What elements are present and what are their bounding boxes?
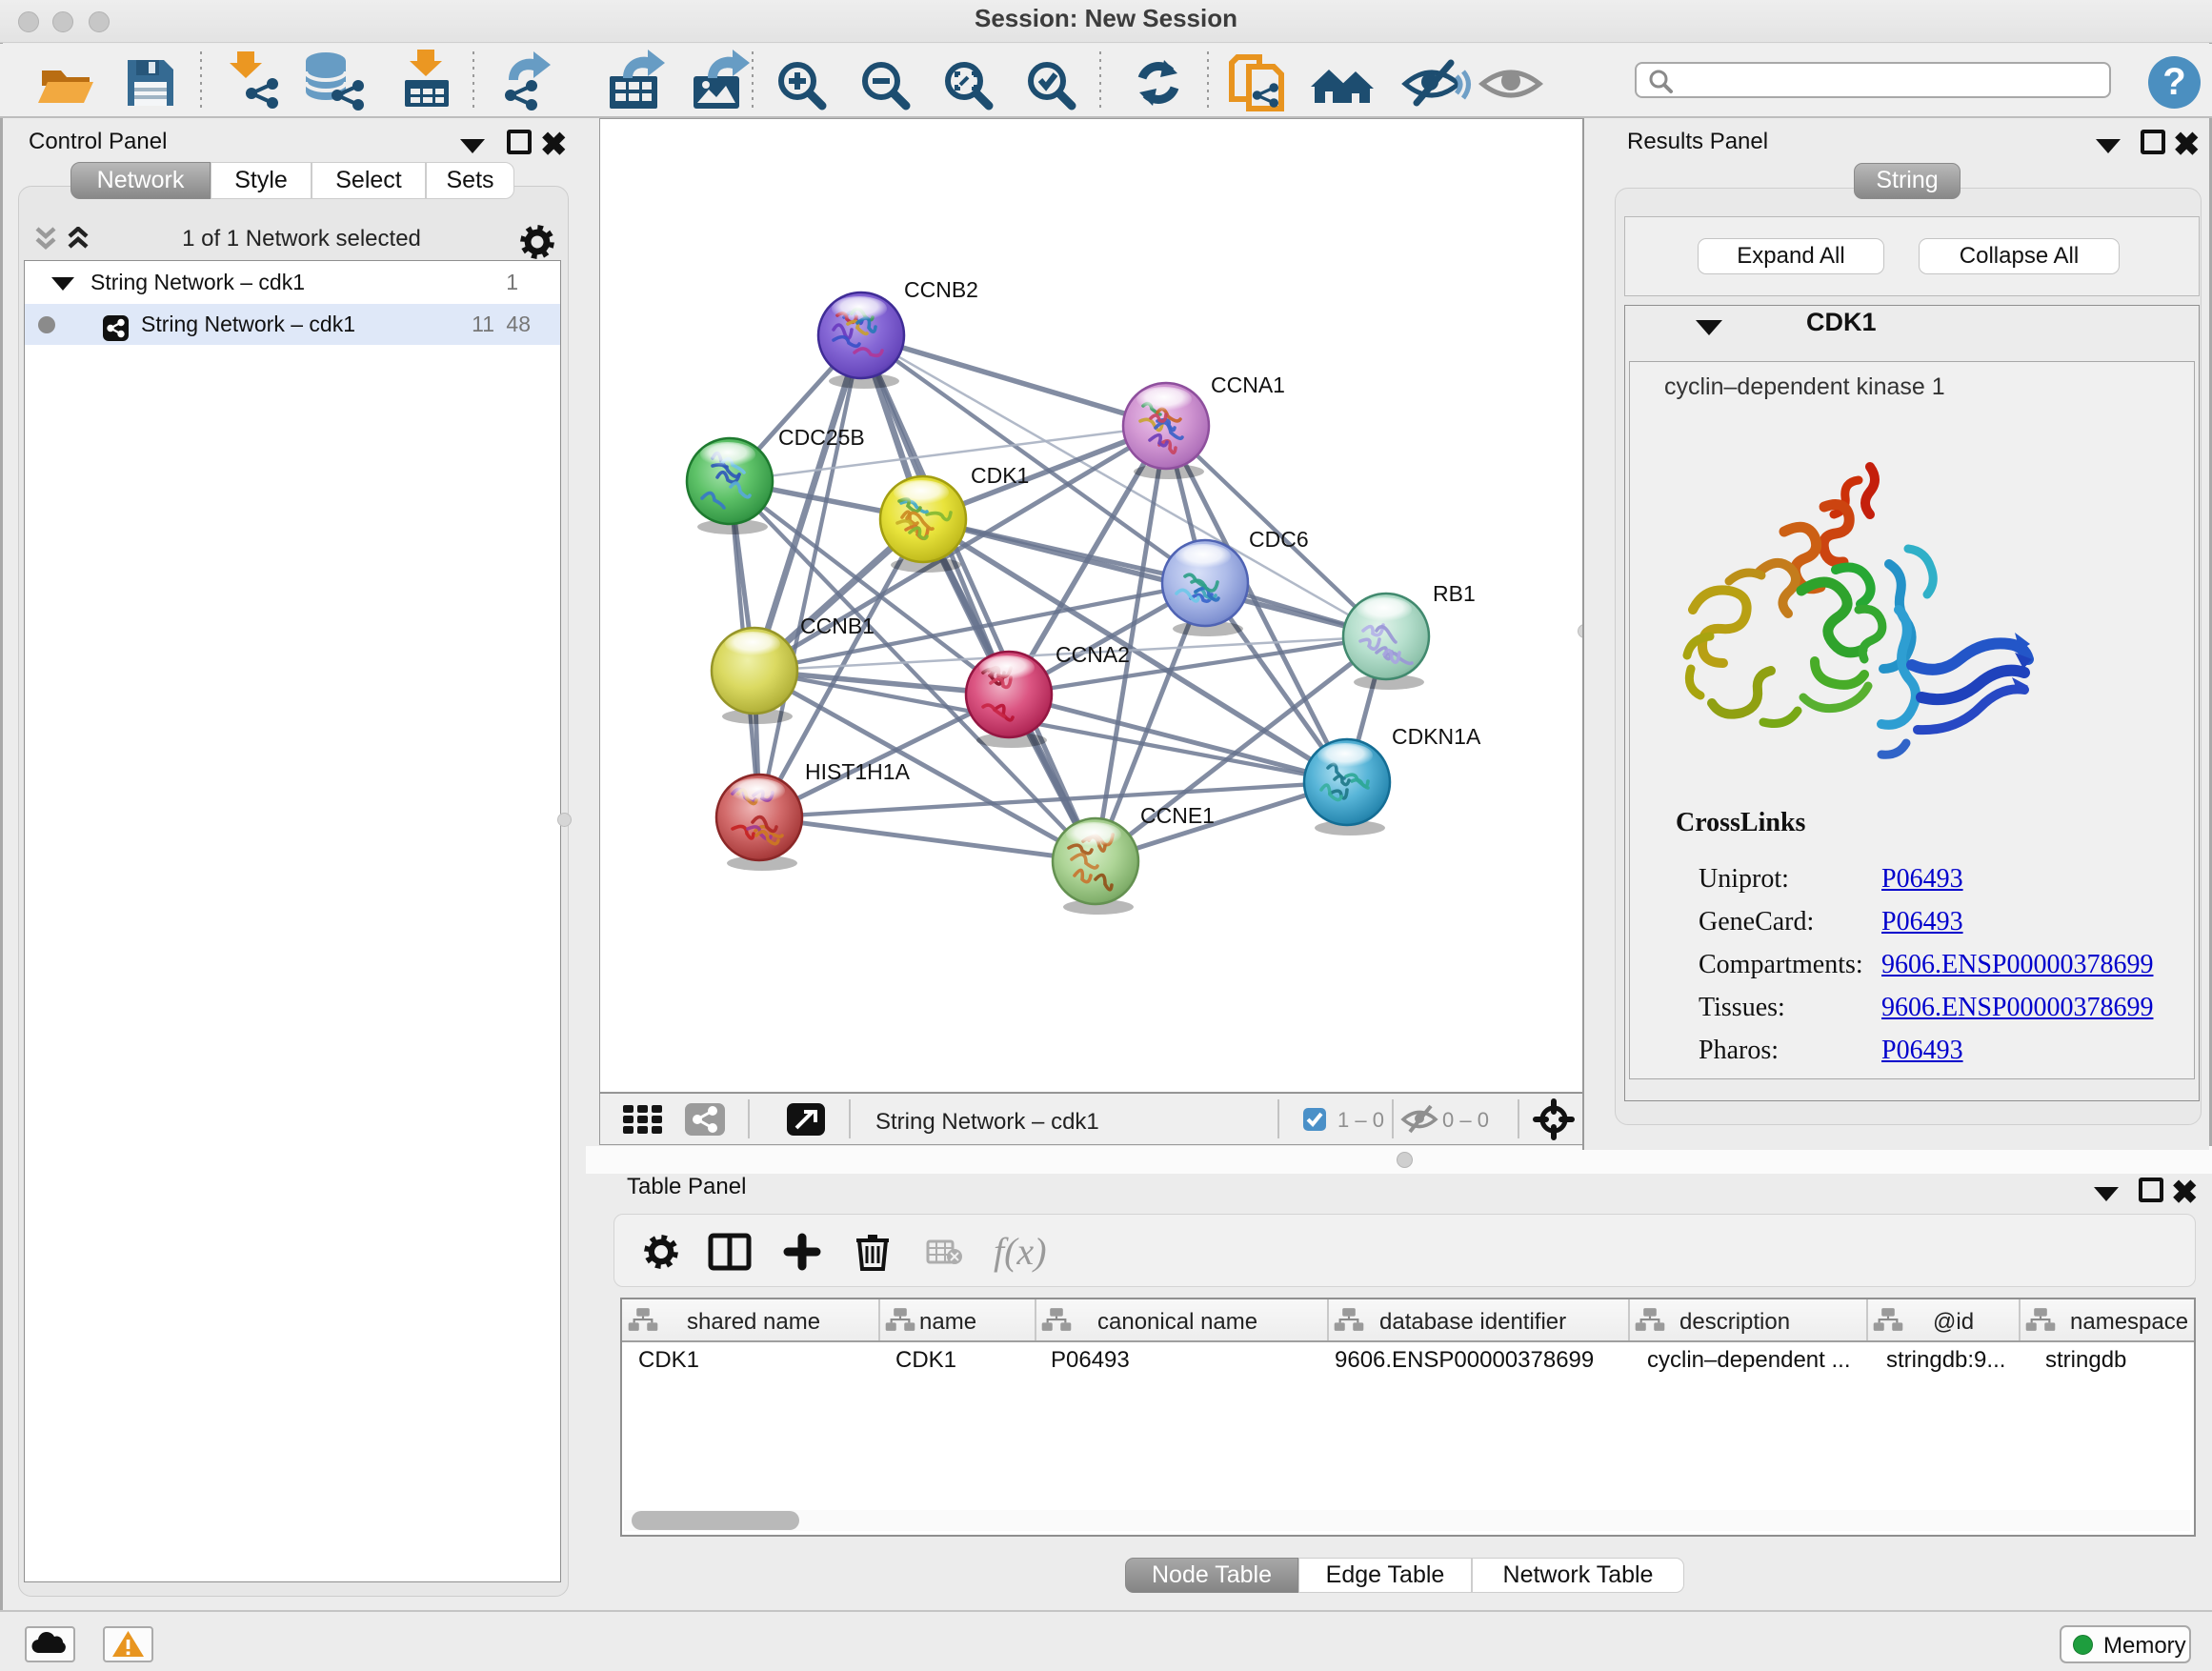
svg-text:0 – 0: 0 – 0 — [1442, 1108, 1489, 1132]
svg-text:namespace: namespace — [2070, 1309, 2188, 1335]
svg-text:CCNA1: CCNA1 — [1211, 372, 1285, 397]
svg-text:CDC25B: CDC25B — [778, 425, 865, 450]
svg-text:canonical name: canonical name — [1097, 1309, 1257, 1335]
svg-text:name: name — [919, 1309, 976, 1335]
svg-text:HIST1H1A: HIST1H1A — [805, 759, 911, 784]
svg-text:database identifier: database identifier — [1379, 1309, 1566, 1335]
svg-text:String Network – cdk1: String Network – cdk1 — [875, 1109, 1099, 1135]
svg-text:CDK1: CDK1 — [971, 463, 1029, 488]
svg-text:description: description — [1679, 1309, 1790, 1335]
svg-text:CDKN1A: CDKN1A — [1392, 724, 1481, 749]
svg-text:f(x): f(x) — [994, 1230, 1047, 1273]
svg-text:CCNA2: CCNA2 — [1056, 642, 1130, 667]
svg-text:CCNB2: CCNB2 — [904, 277, 978, 302]
svg-text:CCNE1: CCNE1 — [1140, 803, 1215, 828]
svg-text:CCNB1: CCNB1 — [800, 614, 875, 638]
svg-text:shared name: shared name — [687, 1309, 820, 1335]
svg-text:@id: @id — [1933, 1309, 1974, 1335]
svg-text:RB1: RB1 — [1433, 581, 1476, 606]
svg-text:1 – 0: 1 – 0 — [1337, 1108, 1384, 1132]
svg-text:CDC6: CDC6 — [1249, 527, 1309, 552]
